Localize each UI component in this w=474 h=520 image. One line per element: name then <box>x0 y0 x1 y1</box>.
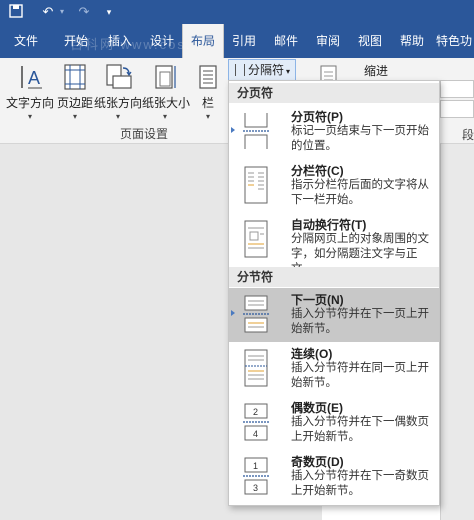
menu-item-title: 连续(O) <box>291 347 333 361</box>
chevron-down-icon: ▾ <box>27 112 32 121</box>
svg-text:2: 2 <box>253 407 258 417</box>
tab-review[interactable]: 审阅 <box>308 24 348 58</box>
text-direction-button[interactable]: A 文字方向 ▾ <box>4 62 56 122</box>
chevron-down-icon: ▾ <box>115 112 120 121</box>
ribbon-tab-bar: 文件 开始 插入 设计 布局 引用 邮件 审阅 视图 帮助 特色功 百科网 ww… <box>0 24 474 58</box>
menu-item-page-break[interactable]: 分页符(P) 标记一页结束与下一页开始的位置。 <box>229 105 439 159</box>
menu-item-description: 插入分节符并在下一页上开始新节。 <box>291 308 429 335</box>
size-label: 纸张大小 <box>142 96 191 110</box>
section-breaks-header: 分节符 <box>229 267 439 287</box>
menu-item-description: 插入分节符并在下一偶数页上开始新节。 <box>291 416 429 443</box>
indent-right-input[interactable] <box>440 100 474 118</box>
breaks-button[interactable]: 分隔符 ▾ <box>228 59 296 81</box>
margins-button[interactable]: 页边距 ▾ <box>56 62 94 122</box>
page-edge <box>440 144 474 520</box>
breaks-menu: 分页符 分页符(P) 标记一页结束与下一页开始的位置。 分栏符(C) 指示分栏符… <box>228 80 440 506</box>
indent-left-input[interactable] <box>440 80 474 98</box>
margins-icon <box>64 64 86 90</box>
undo-dropdown-icon[interactable]: ▾ <box>58 4 66 20</box>
columns-icon <box>199 65 217 89</box>
paragraph-group-label: 段 <box>462 128 474 142</box>
menu-item-title: 奇数页(D) <box>291 455 344 469</box>
page-break-icon <box>243 113 269 149</box>
indent-label: 缩进 <box>364 64 389 78</box>
menu-item-description: 插入分节符并在同一页上开始新节。 <box>291 362 429 389</box>
margins-label: 页边距 <box>56 96 93 110</box>
menu-item-continuous[interactable]: 连续(O) 插入分节符并在同一页上开始新节。 <box>229 342 439 396</box>
paper-size-icon <box>155 65 176 89</box>
save-icon[interactable] <box>8 4 24 20</box>
svg-text:4: 4 <box>253 429 258 439</box>
columns-label: 栏 <box>201 96 214 110</box>
breaks-label: 分隔符 <box>248 63 285 77</box>
menu-item-description: 指示分栏符后面的文字将从下一栏开始。 <box>291 179 429 206</box>
svg-text:1: 1 <box>253 461 258 471</box>
tab-mailings[interactable]: 邮件 <box>266 24 306 58</box>
tab-references[interactable]: 引用 <box>224 24 264 58</box>
breaks-icon <box>235 64 245 76</box>
chevron-down-icon: ▾ <box>205 112 210 121</box>
tab-file[interactable]: 文件 <box>6 24 46 58</box>
page-breaks-header: 分页符 <box>229 83 439 103</box>
continuous-break-icon <box>244 349 268 387</box>
orientation-icon <box>106 64 132 89</box>
size-button[interactable]: 纸张大小 ▾ <box>142 62 191 122</box>
menu-item-title: 自动换行符(T) <box>291 218 367 232</box>
text-wrapping-break-icon <box>244 220 268 258</box>
menu-item-even-page[interactable]: 2 4 偶数页(E) 插入分节符并在下一偶数页上开始新节。 <box>229 396 439 450</box>
chevron-down-icon: ▾ <box>72 112 77 121</box>
menu-item-description: 标记一页结束与下一页开始的位置。 <box>291 125 429 152</box>
tab-layout[interactable]: 布局 <box>182 24 224 58</box>
tab-special-features[interactable]: 特色功 <box>436 24 474 58</box>
menu-item-title: 下一页(N) <box>291 293 344 307</box>
marker-icon <box>231 127 235 133</box>
svg-text:3: 3 <box>253 483 258 493</box>
tab-design[interactable]: 设计 <box>142 24 182 58</box>
tab-insert[interactable]: 插入 <box>100 24 140 58</box>
next-page-icon <box>243 295 269 333</box>
orientation-label: 纸张方向 <box>94 96 143 110</box>
column-break-icon <box>244 166 268 204</box>
chevron-down-icon: ▾ <box>286 67 291 76</box>
menu-item-title: 偶数页(E) <box>291 401 343 415</box>
menu-item-odd-page[interactable]: 1 3 奇数页(D) 插入分节符并在下一奇数页上开始新节。 <box>229 450 439 504</box>
tab-view[interactable]: 视图 <box>350 24 390 58</box>
odd-page-icon: 1 3 <box>243 457 269 495</box>
title-bar: ↶ ▾ ↷ ▾ <box>0 0 474 24</box>
tab-home[interactable]: 开始 <box>56 24 96 58</box>
text-direction-icon: A <box>21 66 42 89</box>
even-page-icon: 2 4 <box>243 403 269 441</box>
document-area <box>0 144 228 520</box>
marker-icon <box>231 310 235 316</box>
svg-text:A: A <box>28 68 40 88</box>
menu-item-next-page[interactable]: 下一页(N) 插入分节符并在下一页上开始新节。 <box>229 288 439 342</box>
menu-item-description: 插入分节符并在下一奇数页上开始新节。 <box>291 470 429 497</box>
redo-icon[interactable]: ↷ <box>76 4 92 20</box>
text-direction-label: 文字方向 <box>5 96 54 110</box>
menu-item-title: 分栏符(C) <box>291 164 344 178</box>
page-setup-group-label: 页面设置 <box>120 127 169 141</box>
tab-help[interactable]: 帮助 <box>392 24 432 58</box>
menu-item-column-break[interactable]: 分栏符(C) 指示分栏符后面的文字将从下一栏开始。 <box>229 159 439 213</box>
undo-icon[interactable]: ↶ <box>40 4 56 20</box>
orientation-button[interactable]: 纸张方向 ▾ <box>94 62 142 122</box>
menu-item-text-wrapping-break[interactable]: 自动换行符(T) 分隔网页上的对象周围的文字，如分隔题注文字与正文。 <box>229 213 439 275</box>
menu-item-title: 分页符(P) <box>291 110 343 124</box>
qat-customize-icon[interactable]: ▾ <box>104 4 114 20</box>
columns-button[interactable]: 栏 ▾ <box>190 62 226 122</box>
chevron-down-icon: ▾ <box>162 112 167 121</box>
